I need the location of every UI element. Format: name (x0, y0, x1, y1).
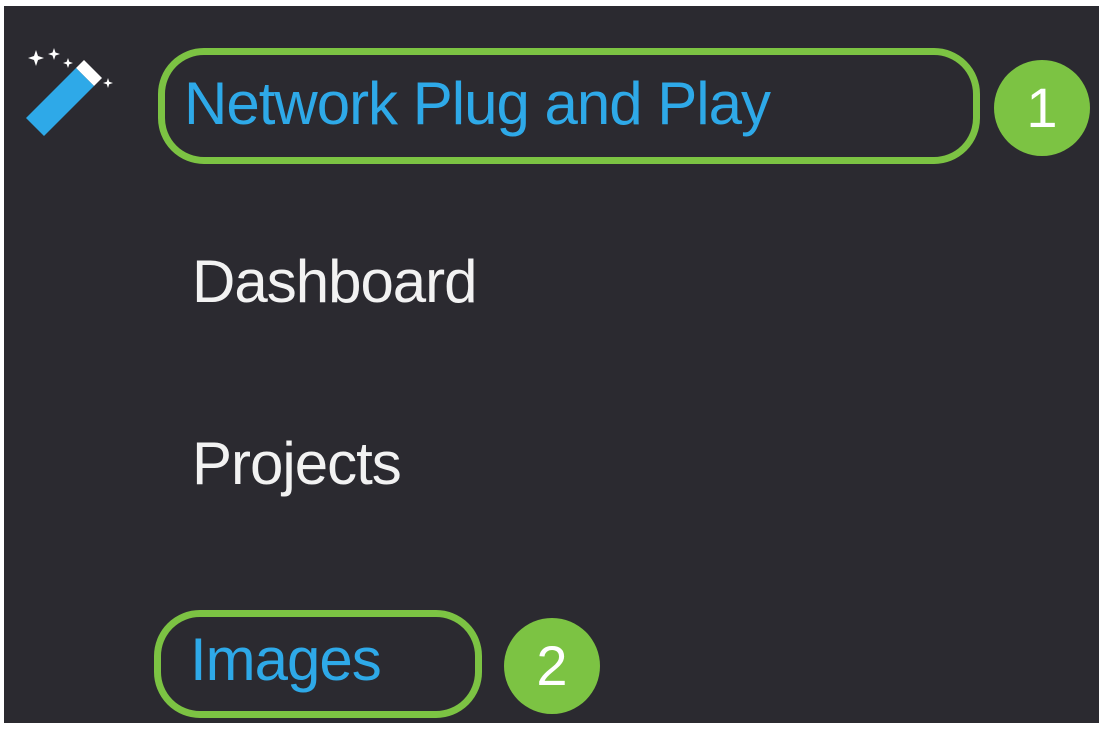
magic-wand-icon (26, 48, 113, 136)
nav-item-dashboard[interactable]: Dashboard (192, 242, 478, 322)
nav-item-images[interactable]: Images (190, 620, 382, 700)
sidebar-nav-panel: Network Plug and Play Dashboard Projects… (4, 6, 1099, 723)
step-badge-1: 1 (994, 60, 1090, 156)
screenshot-frame: Network Plug and Play Dashboard Projects… (0, 0, 1099, 729)
nav-section-network-plug-and-play[interactable]: Network Plug and Play (184, 64, 771, 144)
nav-item-projects[interactable]: Projects (192, 424, 402, 504)
step-badge-2: 2 (504, 618, 600, 714)
